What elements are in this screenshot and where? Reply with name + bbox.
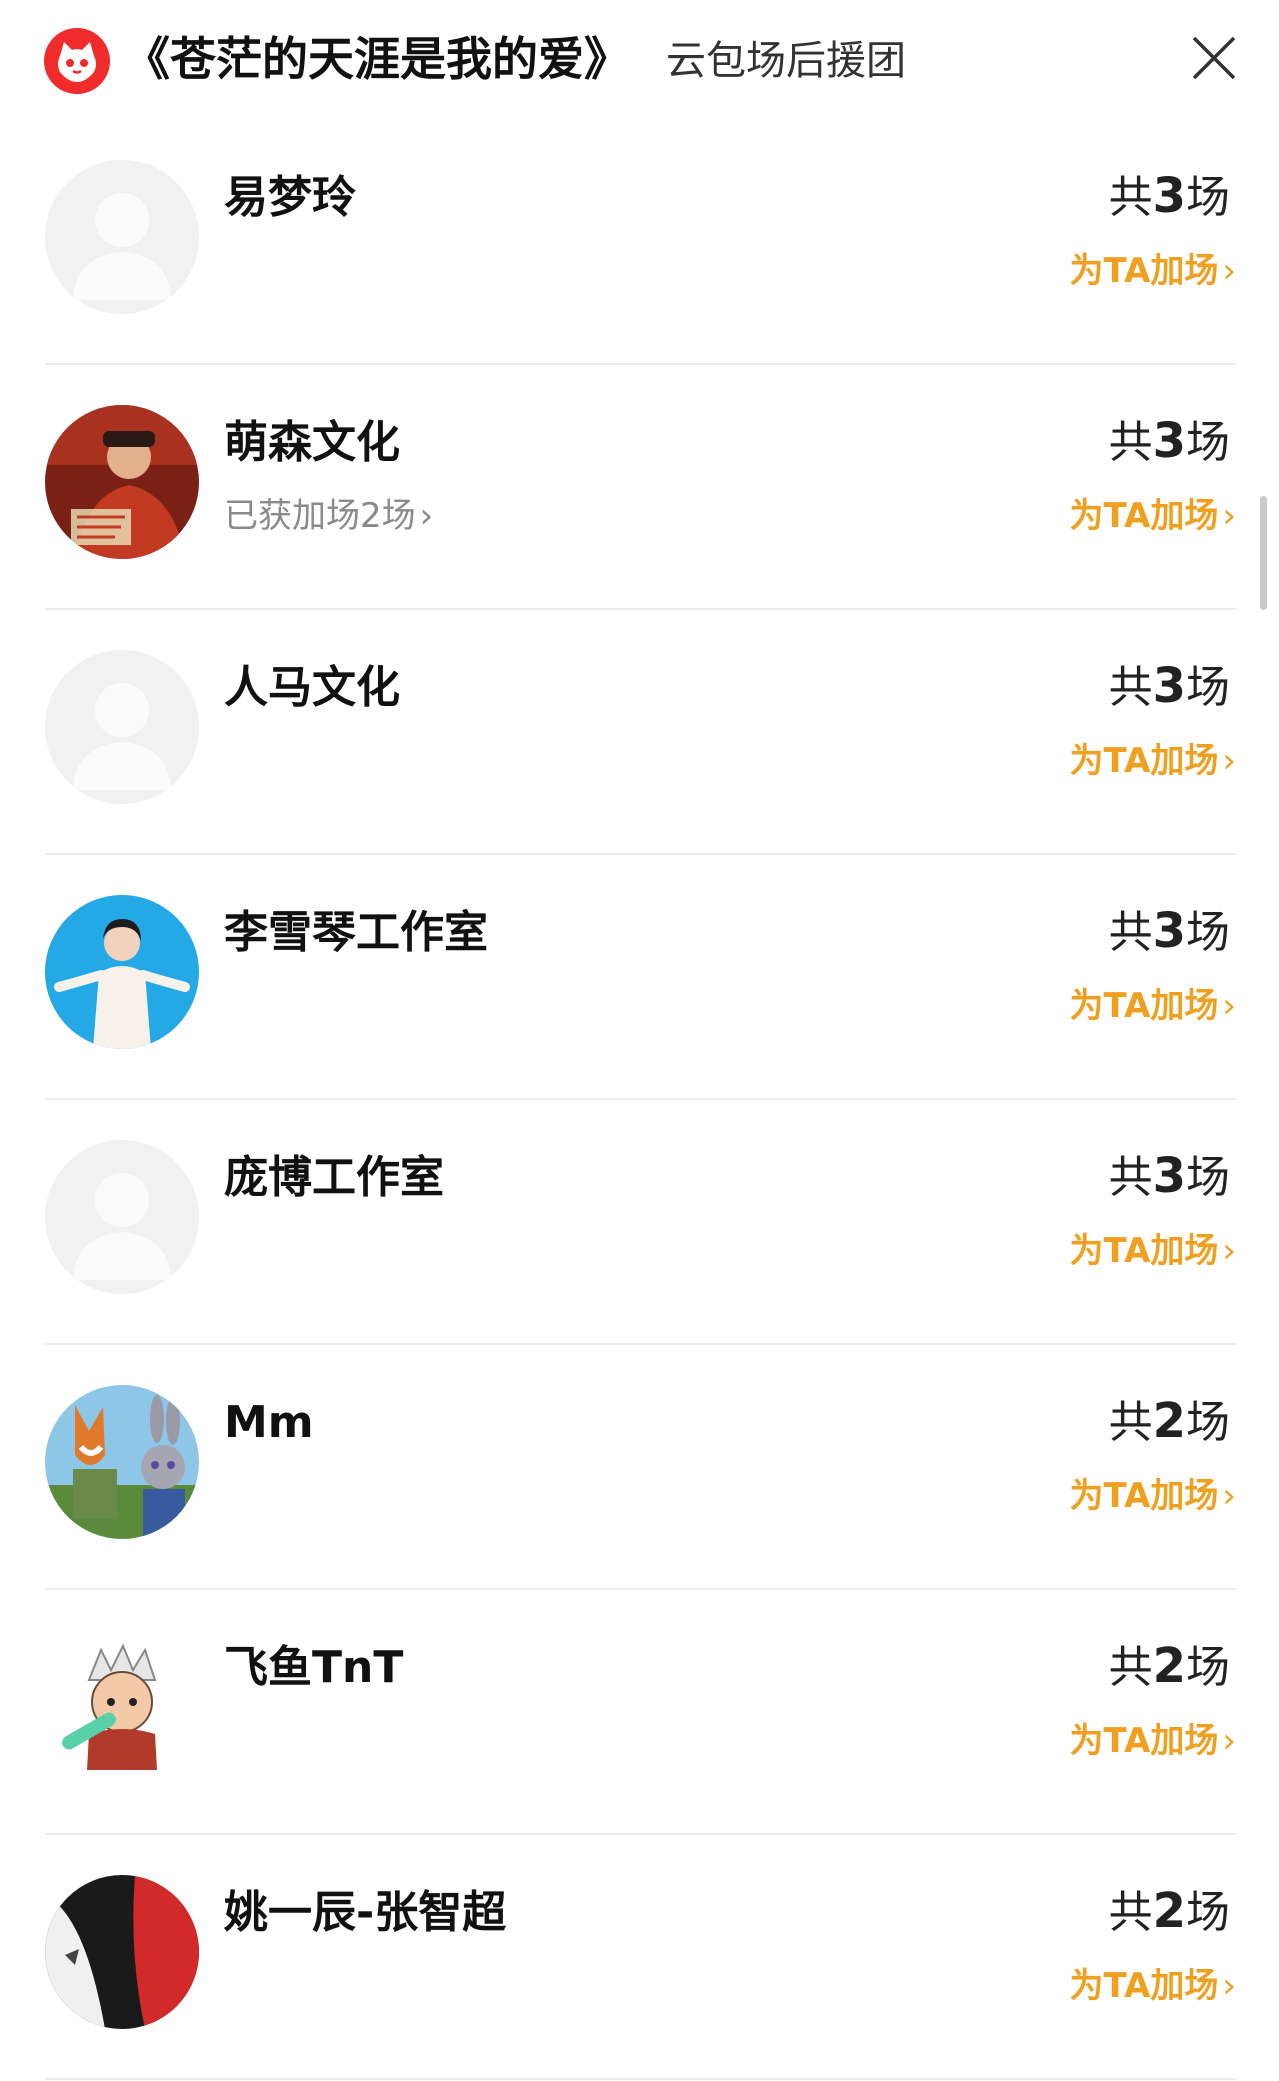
- add-session-button[interactable]: 为TA加场 ›: [1070, 738, 1236, 784]
- movie-poster-avatar: [45, 405, 199, 559]
- supporter-name: 姚一辰-张智超: [224, 1887, 507, 1938]
- supporter-list: 易梦玲 共3场 为TA加场 › 萌森文化 已获加场2场 › 共3场 为TA加场 ›: [0, 120, 1279, 2080]
- session-count: 共3场: [1108, 168, 1230, 224]
- list-item[interactable]: 庞博工作室 共3场 为TA加场 ›: [0, 1100, 1279, 1345]
- bonus-sessions-link[interactable]: 已获加场2场 ›: [224, 493, 433, 539]
- header: 《苍茫的天涯是我的爱》 云包场后援团: [0, 0, 1279, 120]
- list-item[interactable]: 飞鱼TnT 共2场 为TA加场 ›: [0, 1590, 1279, 1835]
- chevron-right-icon: ›: [1222, 1231, 1236, 1271]
- supporter-name: 李雪琴工作室: [224, 907, 488, 958]
- supporter-name: 人马文化: [224, 662, 400, 713]
- list-item[interactable]: Mm 共2场 为TA加场 ›: [0, 1345, 1279, 1590]
- supporter-name: 易梦玲: [224, 172, 356, 223]
- session-count: 共3场: [1108, 903, 1230, 959]
- cartoon-character-avatar: [45, 1630, 199, 1784]
- session-count: 共2场: [1108, 1393, 1230, 1449]
- chevron-right-icon: ›: [1222, 251, 1236, 291]
- supporter-name: Mm: [224, 1397, 314, 1448]
- supporter-name: 萌森文化: [224, 417, 400, 468]
- session-count: 共3场: [1108, 413, 1230, 469]
- cartoon-fox-rabbit-avatar: [45, 1385, 199, 1539]
- add-session-button[interactable]: 为TA加场 ›: [1070, 1963, 1236, 2009]
- supporter-name: 飞鱼TnT: [224, 1642, 404, 1693]
- list-item[interactable]: 萌森文化 已获加场2场 › 共3场 为TA加场 ›: [0, 365, 1279, 610]
- default-avatar-icon: [45, 160, 199, 314]
- add-session-button[interactable]: 为TA加场 ›: [1070, 1473, 1236, 1519]
- cat-logo-icon: [44, 28, 110, 94]
- chevron-right-icon: ›: [1222, 1476, 1236, 1516]
- add-session-button[interactable]: 为TA加场 ›: [1070, 248, 1236, 294]
- chevron-right-icon: ›: [1222, 496, 1236, 536]
- page-subtitle: 云包场后援团: [666, 38, 906, 84]
- session-count: 共2场: [1108, 1638, 1230, 1694]
- add-session-button[interactable]: 为TA加场 ›: [1070, 1718, 1236, 1764]
- add-session-button[interactable]: 为TA加场 ›: [1070, 1228, 1236, 1274]
- add-session-button[interactable]: 为TA加场 ›: [1070, 493, 1236, 539]
- default-avatar-icon: [45, 1140, 199, 1294]
- page-title: 《苍茫的天涯是我的爱》: [124, 32, 630, 86]
- chevron-right-icon: ›: [1222, 986, 1236, 1026]
- chevron-right-icon: ›: [419, 496, 434, 536]
- close-icon[interactable]: [1186, 30, 1242, 86]
- session-count: 共2场: [1108, 1883, 1230, 1939]
- default-avatar-icon: [45, 650, 199, 804]
- session-count: 共3场: [1108, 1148, 1230, 1204]
- clothing-photo-avatar: [45, 1875, 199, 2029]
- scrollbar[interactable]: [1260, 496, 1267, 610]
- session-count: 共3场: [1108, 658, 1230, 714]
- list-item[interactable]: 姚一辰-张智超 共2场 为TA加场 ›: [0, 1835, 1279, 2080]
- person-photo-avatar: [45, 895, 199, 1049]
- chevron-right-icon: ›: [1222, 1966, 1236, 2006]
- list-item[interactable]: 李雪琴工作室 共3场 为TA加场 ›: [0, 855, 1279, 1100]
- chevron-right-icon: ›: [1222, 741, 1236, 781]
- list-item[interactable]: 易梦玲 共3场 为TA加场 ›: [0, 120, 1279, 365]
- supporter-name: 庞博工作室: [224, 1152, 444, 1203]
- add-session-button[interactable]: 为TA加场 ›: [1070, 983, 1236, 1029]
- chevron-right-icon: ›: [1222, 1721, 1236, 1761]
- list-item[interactable]: 人马文化 共3场 为TA加场 ›: [0, 610, 1279, 855]
